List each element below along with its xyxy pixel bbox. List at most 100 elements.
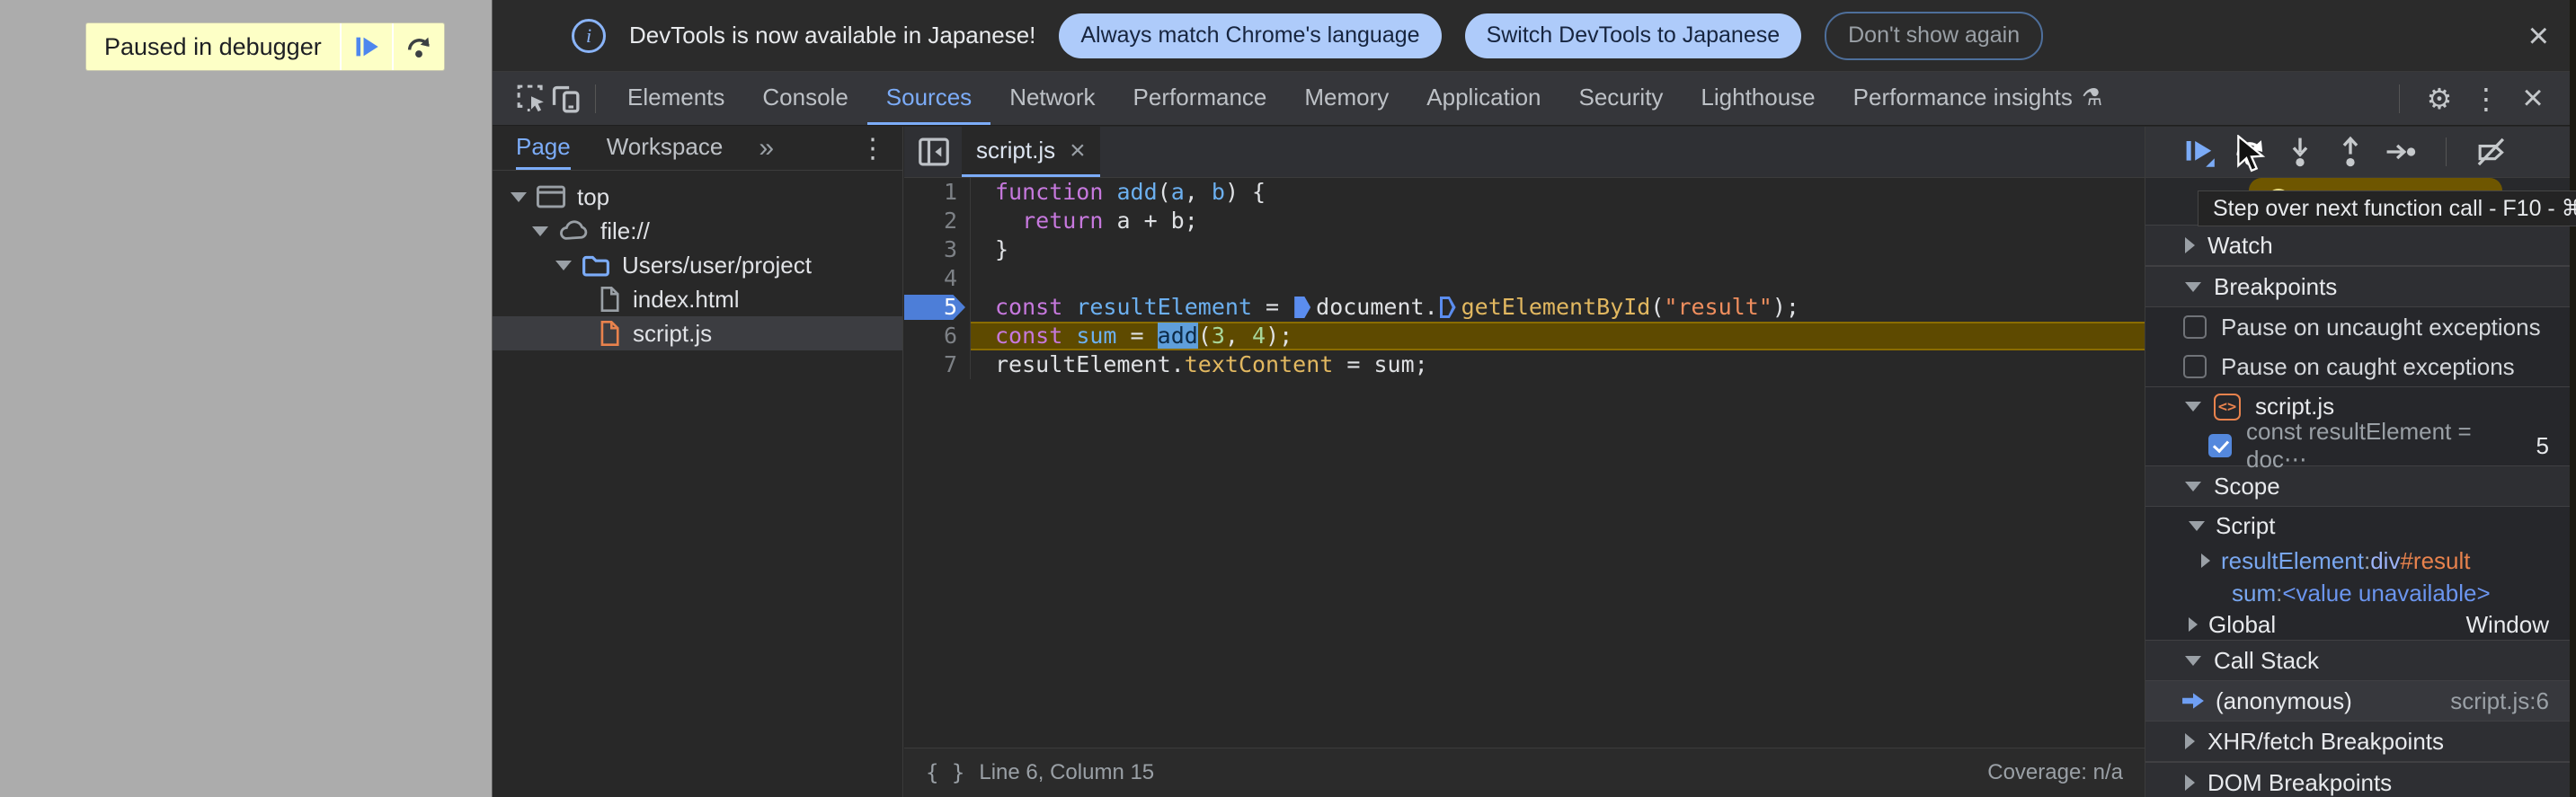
code-line-7: 7 resultElement.textContent = sum; [904, 350, 2145, 379]
expand-caret-icon[interactable] [511, 191, 527, 202]
toolbar-divider [595, 84, 596, 113]
tab-application[interactable]: Application [1408, 72, 1559, 125]
language-infobar: i DevTools is now available in Japanese!… [493, 0, 2576, 72]
checkbox-label: Pause on uncaught exceptions [2221, 313, 2541, 341]
gutter-line-7[interactable]: 7 [904, 350, 971, 379]
expand-caret-icon[interactable] [2185, 281, 2201, 292]
section-label: XHR/fetch Breakpoints [2207, 727, 2445, 755]
scope-global-row[interactable]: Global Window [2145, 609, 2571, 640]
toggle-navigator-icon[interactable] [917, 135, 951, 169]
navigator-pane: Page Workspace » ⋮ top file:// Users/use… [493, 127, 903, 797]
tab-performance-insights[interactable]: Performance insights ⚗ [1834, 72, 2122, 125]
dont-show-again-button[interactable]: Don't show again [1825, 11, 2044, 60]
tab-elements[interactable]: Elements [608, 72, 743, 125]
step-out-button[interactable] [2332, 134, 2368, 170]
code-text-line-3[interactable]: } [971, 235, 2145, 264]
step-over-icon [407, 37, 430, 58]
tab-network[interactable]: Network [990, 72, 1114, 125]
inspect-element-icon[interactable] [514, 82, 548, 116]
code-text-line-7[interactable]: resultElement.textContent = sum; [971, 350, 2145, 379]
devtools-close-icon[interactable]: × [2513, 78, 2553, 119]
expand-caret-icon[interactable] [555, 260, 572, 270]
devtools-window: i DevTools is now available in Japanese!… [492, 0, 2576, 797]
tab-close-icon[interactable]: × [1070, 136, 1086, 166]
collapse-caret-icon[interactable] [2201, 553, 2210, 568]
breakpoint-enabled-checkbox[interactable] [2208, 434, 2232, 457]
section-xhr-breakpoints[interactable]: XHR/fetch Breakpoints [2145, 721, 2571, 762]
scope-var-resultelement[interactable]: resultElement: div #result [2145, 545, 2571, 577]
code-text-line-6[interactable]: const sum = add(3, 4); [971, 322, 2145, 350]
expand-caret-icon[interactable] [2185, 481, 2201, 491]
inline-breakpoint-candidate-icon[interactable] [1439, 297, 1456, 318]
toggle-device-toolbar-icon[interactable] [548, 82, 582, 116]
tree-item-project-folder[interactable]: Users/user/project [493, 248, 902, 282]
navigator-more-options-icon[interactable]: ⋮ [859, 133, 886, 164]
call-stack-frame[interactable]: (anonymous) script.js:6 [2145, 681, 2571, 721]
code-text-line-4[interactable] [971, 264, 2145, 293]
tree-item-script-js[interactable]: script.js [493, 316, 902, 350]
section-watch[interactable]: Watch [2145, 225, 2571, 266]
more-options-icon[interactable]: ⋮ [2466, 82, 2506, 116]
always-match-language-button[interactable]: Always match Chrome's language [1059, 13, 1442, 58]
devtools-tabs: Elements Console Sources Network Performance… [608, 72, 2121, 125]
editor-tab-script-js[interactable]: script.js × [962, 127, 1100, 177]
tree-item-file-origin[interactable]: file:// [493, 214, 902, 248]
pause-caught-checkbox[interactable] [2183, 355, 2207, 378]
inline-breakpoint-active-icon[interactable] [1294, 297, 1311, 318]
collapse-caret-icon[interactable] [2185, 733, 2195, 749]
code-text-line-2[interactable]: return a + b; [971, 207, 2145, 235]
tab-page[interactable]: Page [516, 127, 571, 170]
expand-caret-icon[interactable] [2185, 402, 2201, 412]
tab-performance[interactable]: Performance [1115, 72, 1286, 125]
gutter-line-3[interactable]: 3 [904, 235, 971, 264]
code-text-line-1[interactable]: function add(a, b) { [971, 178, 2145, 207]
flask-icon: ⚗ [2081, 83, 2103, 111]
pause-uncaught-checkbox[interactable] [2183, 315, 2207, 339]
file-icon [597, 286, 622, 313]
expand-caret-icon[interactable] [532, 226, 548, 236]
tab-lighthouse[interactable]: Lighthouse [1682, 72, 1834, 125]
resume-script-button[interactable] [339, 23, 392, 70]
resume-script-execution-button[interactable] [2181, 134, 2217, 170]
scope-var-sum[interactable]: sum: <value unavailable> [2145, 577, 2571, 609]
expand-caret-icon[interactable] [2189, 520, 2205, 531]
pause-uncaught-row[interactable]: Pause on uncaught exceptions [2145, 307, 2571, 347]
cursor-position: Line 6, Column 15 [979, 760, 1155, 784]
deactivate-breakpoints-button[interactable] [2474, 134, 2509, 170]
tree-item-top[interactable]: top [493, 180, 902, 214]
pause-caught-row[interactable]: Pause on caught exceptions [2145, 347, 2571, 386]
expand-caret-icon[interactable] [2185, 655, 2201, 666]
code-text-line-5[interactable]: const resultElement = document. getElemen… [971, 293, 2145, 322]
gutter-line-2[interactable]: 2 [904, 207, 971, 235]
collapse-caret-icon[interactable] [2185, 237, 2195, 253]
tab-security[interactable]: Security [1560, 72, 1683, 125]
settings-gear-icon[interactable]: ⚙ [2420, 82, 2459, 116]
tree-label: script.js [633, 319, 713, 347]
pretty-print-icon[interactable]: { } [926, 760, 964, 785]
code-line-2: 2 return a + b; [904, 207, 2145, 235]
section-breakpoints[interactable]: Breakpoints [2145, 266, 2571, 307]
section-dom-breakpoints[interactable]: DOM Breakpoints [2145, 762, 2571, 797]
breakpoint-entry[interactable]: const resultElement = doc⋯ 5 [2145, 418, 2571, 473]
sources-panel: Page Workspace » ⋮ top file:// Users/use… [493, 127, 2576, 797]
section-call-stack[interactable]: Call Stack [2145, 640, 2571, 681]
breakpoint-gutter-line-5[interactable]: 5 [904, 293, 971, 322]
debugger-sidebar: Watch Breakpoints Pause on uncaught exce… [2145, 127, 2576, 797]
scope-script-row[interactable]: Script [2145, 507, 2571, 545]
step-over-button-page[interactable] [391, 23, 444, 70]
infobar-close-icon[interactable]: × [2528, 18, 2549, 54]
switch-to-japanese-button[interactable]: Switch DevTools to Japanese [1464, 13, 1802, 58]
collapse-caret-icon[interactable] [2185, 775, 2195, 791]
tab-console[interactable]: Console [743, 72, 866, 125]
collapse-caret-icon[interactable] [2189, 617, 2198, 632]
step-button[interactable] [2383, 134, 2419, 170]
more-tabs-icon[interactable]: » [759, 133, 774, 164]
tree-item-index-html[interactable]: index.html [493, 282, 902, 316]
step-into-button[interactable] [2282, 134, 2318, 170]
gutter-line-6[interactable]: 6 [904, 322, 971, 350]
gutter-line-4[interactable]: 4 [904, 264, 971, 293]
tab-sources[interactable]: Sources [866, 72, 991, 125]
tab-memory[interactable]: Memory [1285, 72, 1408, 125]
tab-workspace[interactable]: Workspace [607, 127, 724, 170]
gutter-line-1[interactable]: 1 [904, 178, 971, 207]
